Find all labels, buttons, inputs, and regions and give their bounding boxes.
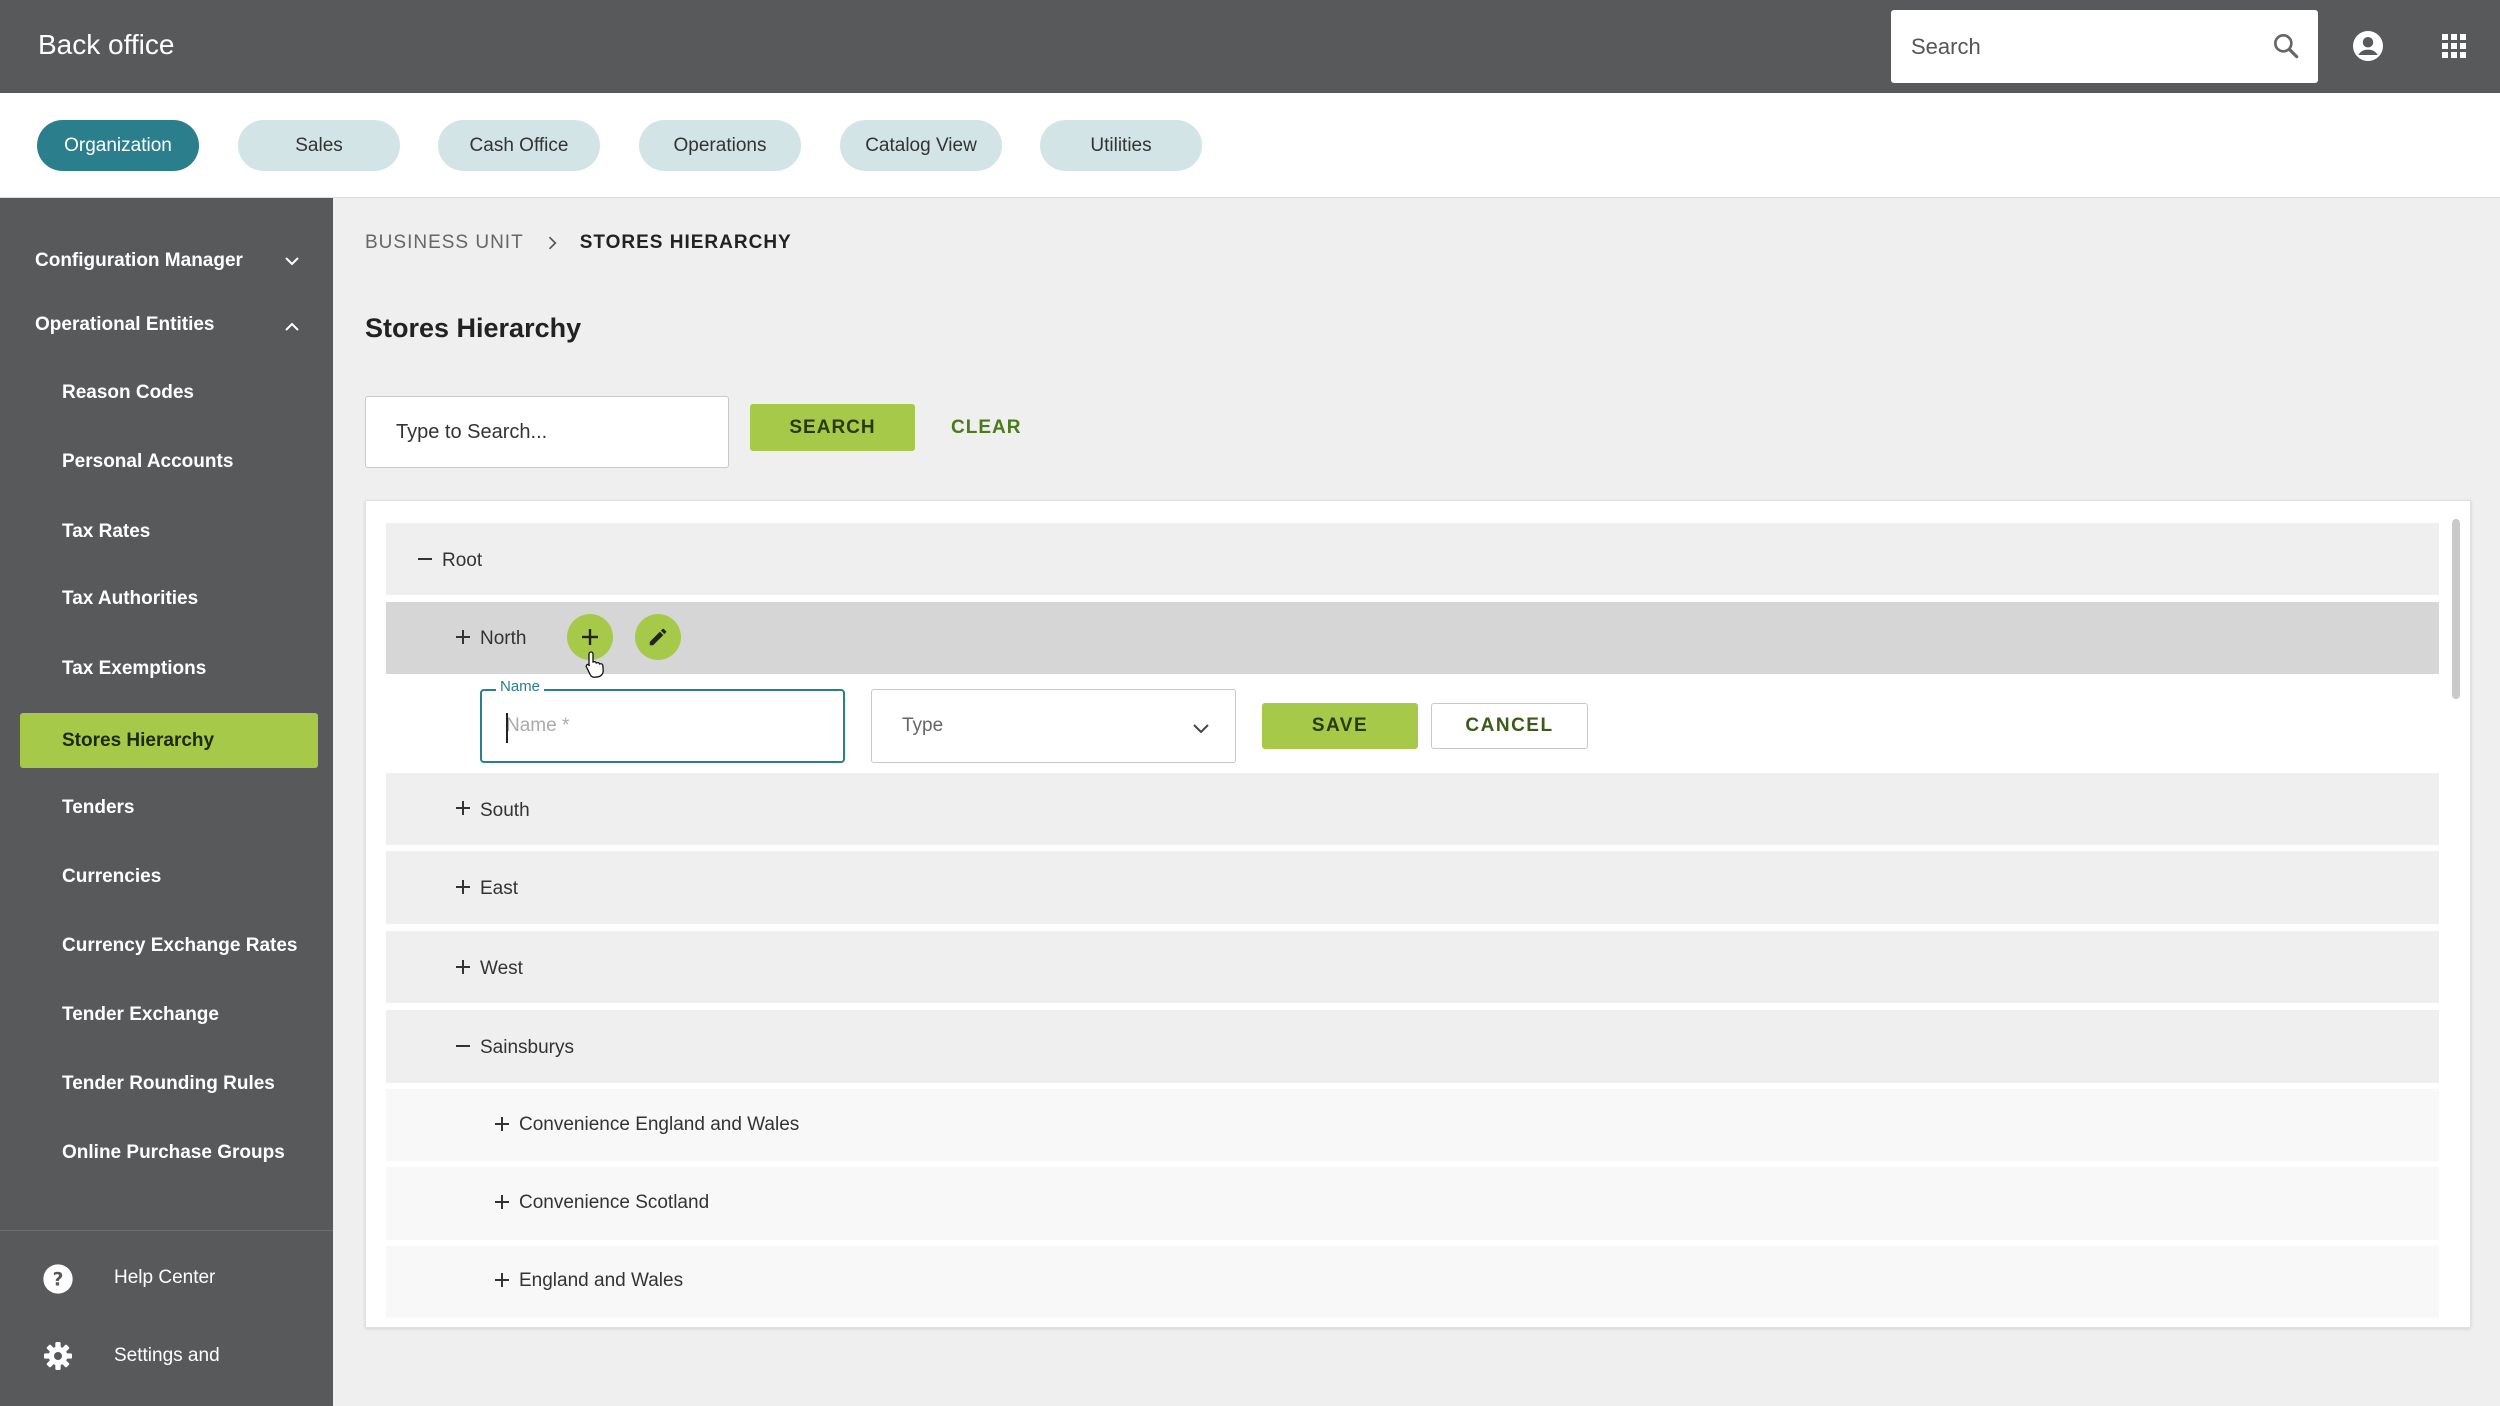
app-title: Back office <box>38 29 175 60</box>
collapse-icon[interactable] <box>454 1037 472 1055</box>
text-caret <box>506 713 508 743</box>
module-tabbar: Organization Sales Cash Office Operation… <box>0 93 2500 198</box>
chevron-down-icon[interactable] <box>280 249 304 273</box>
tab-cash-office[interactable]: Cash Office <box>438 120 600 171</box>
collapse-icon[interactable] <box>416 550 434 568</box>
pointer-cursor-icon <box>585 651 604 678</box>
tree-node-root[interactable]: Root <box>386 523 2439 595</box>
tab-sales[interactable]: Sales <box>238 120 400 171</box>
sidebar-item-tax-exemptions[interactable]: Tax Exemptions <box>62 658 206 680</box>
app-header: Back office <box>0 0 2500 93</box>
breadcrumb-current: STORES HIERARCHY <box>579 232 792 253</box>
global-search[interactable] <box>1891 10 2318 83</box>
tree-node-sainsburys[interactable]: Sainsburys <box>386 1010 2439 1083</box>
search-icon[interactable] <box>2270 30 2302 62</box>
sidebar-item-tender-exchange[interactable]: Tender Exchange <box>62 1004 219 1026</box>
sidebar-item-tax-authorities[interactable]: Tax Authorities <box>62 588 198 610</box>
tree-node-label: North <box>480 628 527 649</box>
tree-search-input[interactable] <box>366 397 728 467</box>
tree-node-label: West <box>480 958 523 979</box>
tree-node-east[interactable]: East <box>386 851 2439 924</box>
stores-tree-panel: Root North Name Type SAVE CANCEL South E… <box>365 500 2471 1328</box>
expand-icon[interactable] <box>454 958 472 976</box>
tree-node-england-wales[interactable]: England and Wales <box>386 1246 2439 1318</box>
breadcrumb-business-unit[interactable]: BUSINESS UNIT <box>365 232 524 254</box>
expand-icon[interactable] <box>493 1193 511 1211</box>
sidebar-item-currency-exchange-rates[interactable]: Currency Exchange Rates <box>62 935 298 957</box>
breadcrumb: BUSINESS UNIT STORES HIERARCHY <box>365 232 792 254</box>
search-button[interactable]: SEARCH <box>750 404 915 451</box>
sidebar-item-personal-accounts[interactable]: Personal Accounts <box>62 451 233 473</box>
type-select[interactable]: Type <box>871 689 1236 763</box>
sidebar-group-operational-entities[interactable]: Operational Entities <box>35 314 214 336</box>
tab-catalog-view[interactable]: Catalog View <box>840 120 1002 171</box>
chevron-down-icon <box>1193 724 1209 734</box>
tree-node-label: South <box>480 800 530 821</box>
tree-node-label: Sainsburys <box>480 1037 574 1058</box>
sidebar-group-configuration-manager[interactable]: Configuration Manager <box>35 250 243 272</box>
account-icon[interactable] <box>2350 28 2386 64</box>
edit-node-button[interactable] <box>635 614 681 660</box>
tab-organization[interactable]: Organization <box>37 120 199 171</box>
tree-scrollbar[interactable] <box>2451 511 2461 1319</box>
help-center-link[interactable]: Help Center <box>114 1267 215 1289</box>
tab-utilities[interactable]: Utilities <box>1040 120 1202 171</box>
scrollbar-thumb[interactable] <box>2452 519 2460 699</box>
tree-node-label: Convenience England and Wales <box>519 1114 800 1135</box>
sidebar-item-currencies[interactable]: Currencies <box>62 866 161 888</box>
sidebar-item-tax-rates[interactable]: Tax Rates <box>62 521 150 543</box>
expand-icon[interactable] <box>493 1115 511 1133</box>
help-circle-icon[interactable]: ? <box>42 1263 74 1295</box>
expand-icon[interactable] <box>454 799 472 817</box>
cancel-button[interactable]: CANCEL <box>1431 703 1588 749</box>
tree-node-label: England and Wales <box>519 1270 684 1291</box>
new-node-name-field[interactable]: Name <box>480 678 845 763</box>
page-title: Stores Hierarchy <box>365 313 582 343</box>
gear-icon[interactable] <box>42 1340 74 1372</box>
tree-node-west[interactable]: West <box>386 931 2439 1003</box>
tree-node-label: Convenience Scotland <box>519 1192 710 1213</box>
tab-operations[interactable]: Operations <box>639 120 801 171</box>
tree-node-label: East <box>480 878 519 899</box>
sidebar: Configuration Manager Operational Entiti… <box>0 198 333 1406</box>
sidebar-item-stores-hierarchy[interactable]: Stores Hierarchy <box>62 730 214 752</box>
chevron-up-icon[interactable] <box>280 315 304 339</box>
global-search-input[interactable] <box>1891 10 2318 83</box>
expand-icon[interactable] <box>454 878 472 896</box>
tree-node-convenience-scotland[interactable]: Convenience Scotland <box>386 1167 2439 1240</box>
sidebar-item-reason-codes[interactable]: Reason Codes <box>62 382 194 404</box>
save-button[interactable]: SAVE <box>1262 703 1418 749</box>
tree-node-label: Root <box>442 550 483 571</box>
sidebar-item-online-purchase-groups[interactable]: Online Purchase Groups <box>62 1142 285 1164</box>
expand-icon[interactable] <box>454 628 472 646</box>
name-input[interactable] <box>482 691 843 761</box>
tree-search-field[interactable] <box>365 396 729 468</box>
settings-link[interactable]: Settings and <box>114 1345 220 1367</box>
type-select-value: Type <box>902 715 944 736</box>
tree-node-convenience-england-wales[interactable]: Convenience England and Wales <box>386 1089 2439 1161</box>
plus-icon <box>582 629 598 645</box>
svg-text:?: ? <box>53 1270 64 1291</box>
expand-icon[interactable] <box>493 1271 511 1289</box>
tree-node-north[interactable]: North <box>386 602 2439 674</box>
chevron-right-icon <box>548 236 557 250</box>
pencil-icon <box>649 628 667 646</box>
clear-button[interactable]: CLEAR <box>951 404 1020 451</box>
tree-node-south[interactable]: South <box>386 773 2439 845</box>
sidebar-divider <box>0 1230 333 1231</box>
sidebar-item-tender-rounding-rules[interactable]: Tender Rounding Rules <box>62 1073 275 1095</box>
apps-grid-icon[interactable] <box>2436 28 2472 64</box>
sidebar-item-tenders[interactable]: Tenders <box>62 797 135 819</box>
